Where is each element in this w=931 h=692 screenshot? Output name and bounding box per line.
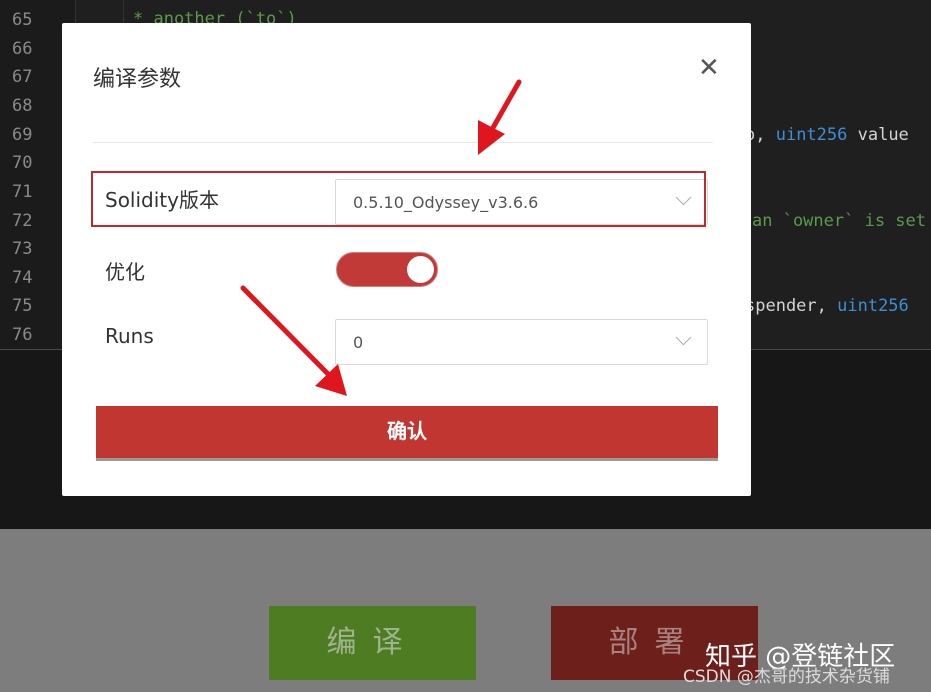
code-line-75: spender, uint256 <box>745 296 909 316</box>
runs-select[interactable]: 0 <box>335 319 708 365</box>
confirm-button[interactable]: 确认 <box>96 406 718 458</box>
compile-button[interactable]: 编译 <box>269 606 476 680</box>
line-number: 76 <box>12 325 33 345</box>
line-number: 71 <box>12 182 33 202</box>
line-number: 70 <box>12 153 33 173</box>
close-icon[interactable]: ✕ <box>698 53 720 83</box>
compile-settings-modal: 编译参数 ✕ Solidity版本 0.5.10_Odyssey_v3.6.6 … <box>62 23 751 496</box>
optimize-label: 优化 <box>105 260 145 284</box>
line-number: 74 <box>12 268 33 288</box>
line-number: 67 <box>12 67 33 87</box>
line-number: 69 <box>12 125 33 145</box>
modal-title: 编译参数 <box>93 67 182 92</box>
divider <box>93 142 713 143</box>
line-number: 72 <box>12 211 33 231</box>
code-comment: an `owner` is set <box>752 211 926 231</box>
line-number: 68 <box>12 96 33 116</box>
line-number: 73 <box>12 239 33 259</box>
toggle-knob <box>407 256 434 283</box>
code-keyword: uint256 <box>775 125 848 145</box>
csdn-watermark: CSDN @杰哥的技术杂货铺 <box>683 667 890 687</box>
code-line-69: o, uint256 value <box>745 125 909 145</box>
code-text: value <box>847 125 909 145</box>
line-number: 75 <box>12 296 33 316</box>
annotation-highlight-box <box>91 171 706 227</box>
runs-value: 0 <box>353 333 364 352</box>
optimize-toggle[interactable] <box>336 252 438 287</box>
line-number: 66 <box>12 39 33 59</box>
line-number: 65 <box>12 10 33 30</box>
code-text: spender, <box>745 296 838 316</box>
runs-label: Runs <box>105 324 154 348</box>
chevron-down-icon <box>675 329 692 346</box>
code-keyword: uint256 <box>837 296 909 316</box>
